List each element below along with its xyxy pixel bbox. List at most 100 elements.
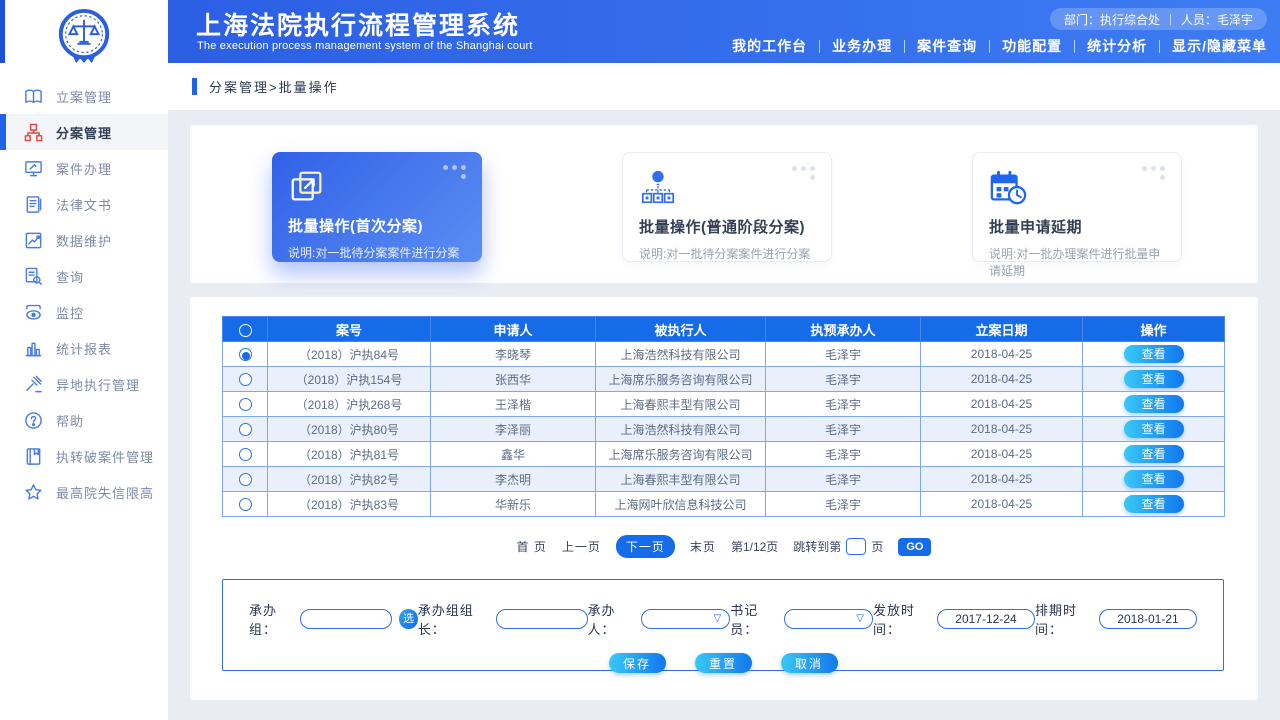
view-button[interactable]: 查看 xyxy=(1124,445,1184,463)
row-radio[interactable] xyxy=(239,373,252,386)
cell-handler: 毛泽宇 xyxy=(766,467,921,492)
cell-executee: 上海浩然科技有限公司 xyxy=(596,342,766,367)
cell-handler: 毛泽宇 xyxy=(766,492,921,517)
sidebar-item-case-filing[interactable]: 立案管理 xyxy=(0,78,168,114)
nav-my-workbench[interactable]: 我的工作台 xyxy=(732,36,807,56)
top-nav: 我的工作台 业务办理 案件查询 功能配置 统计分析 显示/隐藏菜单 xyxy=(732,36,1267,56)
row-radio[interactable] xyxy=(239,498,252,511)
case-table-panel: 案号 申请人 被执行人 执预承办人 立案日期 操作 （2018）沪执84号 李晓… xyxy=(190,297,1258,700)
row-radio[interactable] xyxy=(239,448,252,461)
view-button[interactable]: 查看 xyxy=(1124,395,1184,413)
nav-case-query[interactable]: 案件查询 xyxy=(917,36,977,56)
cell-applicant: 鑫华 xyxy=(431,442,596,467)
card-description: 说明:对一批办理案件进行批量申请延期 xyxy=(989,245,1165,279)
cell-case-no: （2018）沪执268号 xyxy=(268,392,431,417)
save-button[interactable]: 保存 xyxy=(609,653,666,673)
cell-executee: 上海春熙丰型有限公司 xyxy=(596,467,766,492)
sidebar-item-label: 帮助 xyxy=(56,411,84,430)
cell-case-no: （2018）沪执80号 xyxy=(268,417,431,442)
export-arrow-icon xyxy=(288,168,466,206)
card-batch-extension-request[interactable]: 批量申请延期 说明:对一批办理案件进行批量申请延期 xyxy=(972,152,1182,262)
card-batch-first-assignment[interactable]: 批量操作(首次分案) 说明:对一批待分案案件进行分案 xyxy=(272,152,482,262)
sidebar-item-remote-execution[interactable]: 异地执行管理 xyxy=(0,366,168,402)
page-prev[interactable]: 上一页 xyxy=(562,538,601,555)
pick-group-button[interactable]: 选 xyxy=(399,609,417,629)
table-row: （2018）沪执81号 鑫华 上海席乐服务咨询有限公司 毛泽宇 2018-04-… xyxy=(223,442,1225,467)
view-button[interactable]: 查看 xyxy=(1124,345,1184,363)
column-header-handler: 执预承办人 xyxy=(766,317,921,342)
cell-case-no: （2018）沪执154号 xyxy=(268,367,431,392)
view-button[interactable]: 查看 xyxy=(1124,470,1184,488)
app-header: 上海法院执行流程管理系统 The execution process manag… xyxy=(168,0,1280,63)
separator xyxy=(1074,40,1075,53)
nav-toggle-menu[interactable]: 显示/隐藏菜单 xyxy=(1172,36,1267,56)
separator xyxy=(904,40,905,53)
cell-executee: 上海春熙丰型有限公司 xyxy=(596,392,766,417)
nav-business-handling[interactable]: 业务办理 xyxy=(832,36,892,56)
clerk-select[interactable]: ▽ xyxy=(784,609,873,629)
card-batch-stage-assignment[interactable]: 批量操作(普通阶段分案) 说明:对一批待分案案件进行分案 xyxy=(622,152,832,262)
nav-function-config[interactable]: 功能配置 xyxy=(1002,36,1062,56)
cell-handler: 毛泽宇 xyxy=(766,417,921,442)
cell-applicant: 华新乐 xyxy=(431,492,596,517)
row-radio[interactable] xyxy=(239,348,252,361)
reset-button[interactable]: 重置 xyxy=(695,653,752,673)
sidebar-item-case-handling[interactable]: 案件办理 xyxy=(0,150,168,186)
sidebar-item-dishonesty-restriction[interactable]: 最高院失信限高 xyxy=(0,474,168,510)
sidebar-item-monitoring[interactable]: 监控 xyxy=(0,294,168,330)
sidebar-item-label: 最高院失信限高 xyxy=(56,483,154,502)
view-button[interactable]: 查看 xyxy=(1124,370,1184,388)
nav-statistics-analysis[interactable]: 统计分析 xyxy=(1087,36,1147,56)
sidebar-item-help[interactable]: 帮助 xyxy=(0,402,168,438)
jump-page-input[interactable] xyxy=(846,538,866,555)
org-chart-icon xyxy=(24,123,43,142)
cancel-button[interactable]: 取消 xyxy=(781,653,838,673)
cell-applicant: 张西华 xyxy=(431,367,596,392)
schedule-date-input[interactable] xyxy=(1099,609,1197,629)
sidebar-item-statistics-reports[interactable]: 统计报表 xyxy=(0,330,168,366)
select-all-radio[interactable] xyxy=(239,324,252,337)
sidebar-item-query[interactable]: 查询 xyxy=(0,258,168,294)
row-radio[interactable] xyxy=(239,398,252,411)
column-header-case-no: 案号 xyxy=(268,317,431,342)
card-description: 说明:对一批待分案案件进行分案 xyxy=(639,245,815,262)
issue-date-input[interactable] xyxy=(937,609,1035,629)
sidebar-item-label: 立案管理 xyxy=(56,87,112,106)
sidebar-item-label: 分案管理 xyxy=(56,123,112,142)
star-icon xyxy=(24,483,43,502)
handling-group-input[interactable] xyxy=(300,609,392,629)
operation-cards-panel: 批量操作(首次分案) 说明:对一批待分案案件进行分案 xyxy=(190,125,1258,283)
more-dots-icon xyxy=(1142,166,1168,180)
sidebar-item-data-maintenance[interactable]: 数据维护 xyxy=(0,222,168,258)
separator xyxy=(819,40,820,53)
sidebar-item-legal-documents[interactable]: 法律文书 xyxy=(0,186,168,222)
cell-applicant: 李杰明 xyxy=(431,467,596,492)
gavel-icon xyxy=(24,375,43,394)
more-dots-icon xyxy=(792,166,818,180)
page-first[interactable]: 首 页 xyxy=(517,538,547,555)
view-button[interactable]: 查看 xyxy=(1124,420,1184,438)
view-button[interactable]: 查看 xyxy=(1124,495,1184,513)
jump-prefix-label: 跳转到第 xyxy=(793,538,841,555)
left-edge-accent xyxy=(0,0,5,63)
sidebar-item-label: 执转破案件管理 xyxy=(56,447,154,466)
main-content: 批量操作(首次分案) 说明:对一批待分案案件进行分案 xyxy=(168,110,1280,720)
page-last[interactable]: 末页 xyxy=(690,538,716,555)
go-button[interactable]: GO xyxy=(898,538,931,556)
row-radio[interactable] xyxy=(239,423,252,436)
handling-group-label: 承办组： xyxy=(249,600,300,638)
issue-date-label: 发放时间： xyxy=(873,600,937,638)
sidebar-item-label: 查询 xyxy=(56,267,84,286)
eye-icon xyxy=(24,303,43,322)
sidebar-item-case-assignment[interactable]: 分案管理 xyxy=(0,114,168,150)
group-leader-input[interactable] xyxy=(496,609,588,629)
row-radio[interactable] xyxy=(239,473,252,486)
question-icon xyxy=(24,411,43,430)
page-next[interactable]: 下一页 xyxy=(616,535,675,558)
cell-case-no: （2018）沪执82号 xyxy=(268,467,431,492)
handler-select[interactable]: ▽ xyxy=(641,609,730,629)
handler-label: 承办人： xyxy=(588,600,642,638)
search-icon xyxy=(24,267,43,286)
sidebar-item-label: 统计报表 xyxy=(56,339,112,358)
sidebar-item-bankruptcy-transfer[interactable]: 执转破案件管理 xyxy=(0,438,168,474)
